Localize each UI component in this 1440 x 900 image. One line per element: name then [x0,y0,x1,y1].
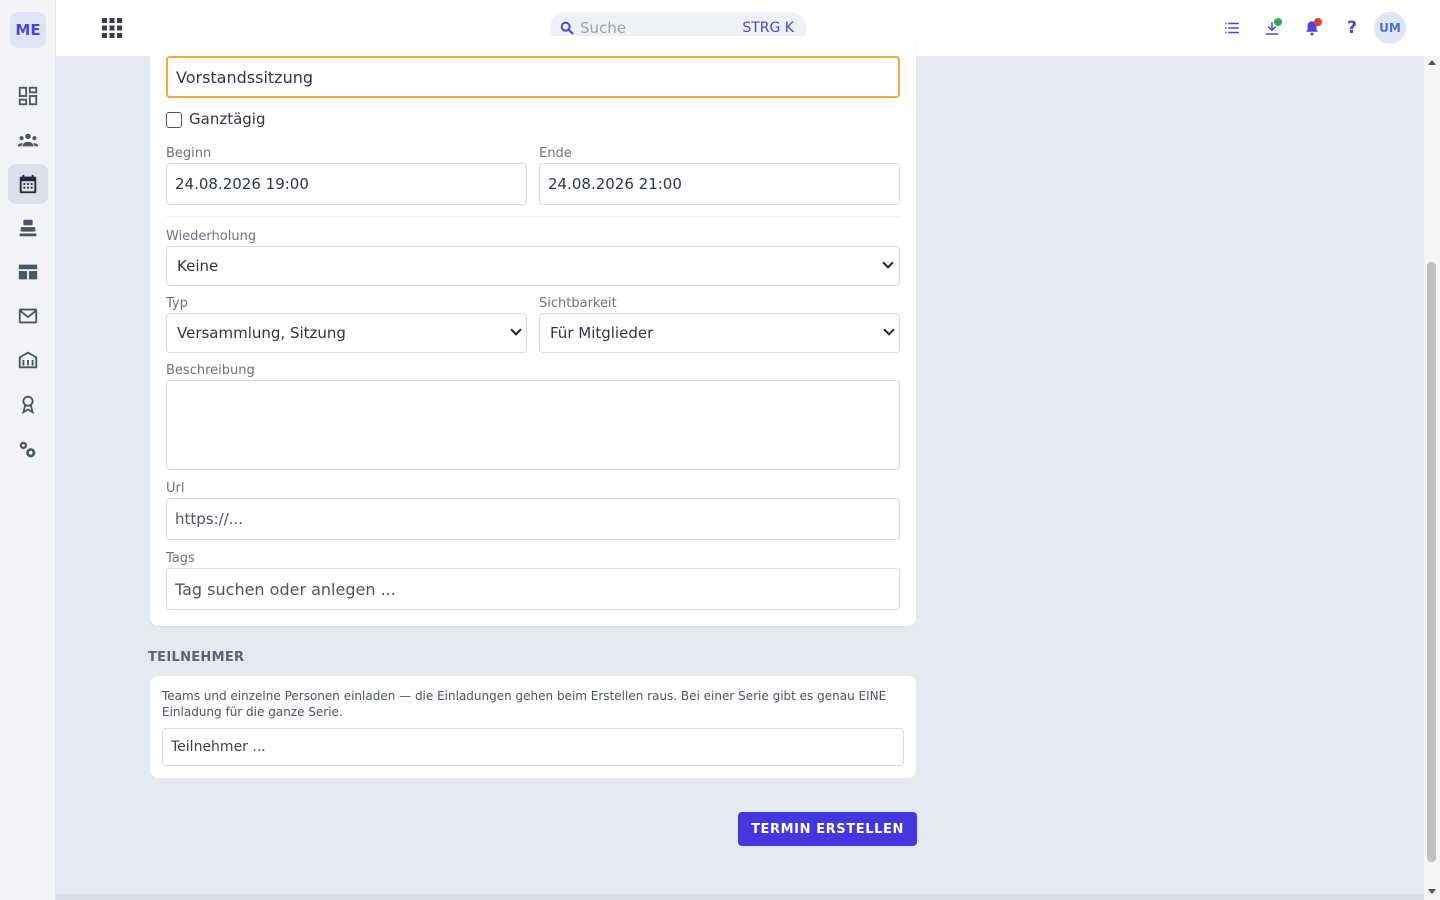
event-title-input[interactable] [166,56,900,98]
settings-icon [19,441,36,458]
sidebar-item-awards[interactable] [8,384,48,424]
list-icon [1225,22,1239,34]
notification-dot [1314,18,1322,26]
table-icon [18,264,38,280]
calendar-icon [19,174,37,194]
tags-label: Tags [166,551,195,566]
type-select[interactable]: Versammlung, Sitzung [166,313,527,353]
sidebar: ME [0,0,56,900]
sidebar-item-mail[interactable] [8,296,48,336]
cashbox-icon [19,219,37,237]
end-label: Ende [539,146,572,161]
search-icon [560,21,574,35]
create-event-button[interactable]: TERMIN ERSTELLEN [738,812,917,846]
all-day-label: Ganztägig [189,110,266,128]
scroll-down-arrow-icon[interactable] [1428,889,1436,894]
repeat-select[interactable]: Keine [166,246,900,286]
sidebar-item-dashboard[interactable] [8,76,48,116]
end-input[interactable] [539,163,900,205]
building-icon [18,351,38,369]
footer-strip [56,894,1424,900]
sidebar-item-settings[interactable] [8,430,48,470]
dashboard-icon [18,86,38,106]
type-label: Typ [166,296,188,311]
participants-input[interactable] [162,728,904,766]
task-list-button[interactable] [1220,16,1244,40]
scroll-up-arrow-icon[interactable] [1428,60,1436,65]
sidebar-item-calendar[interactable] [8,164,48,204]
award-icon [21,395,35,415]
user-avatar[interactable]: UM [1374,12,1406,44]
description-label: Beschreibung [166,363,255,378]
sidebar-item-table[interactable] [8,252,48,292]
description-textarea[interactable] [166,380,900,470]
people-icon [17,133,39,147]
url-input[interactable] [166,498,900,540]
visibility-select[interactable]: Für Mitglieder [539,313,900,353]
visibility-label: Sichtbarkeit [539,296,617,311]
begin-label: Beginn [166,146,212,161]
search-shortcut: STRG K [742,20,794,36]
participants-section-title: TEILNEHMER [148,650,245,665]
notifications-button[interactable] [1300,16,1324,40]
all-day-checkbox[interactable] [166,112,182,128]
sidebar-item-cashbox[interactable] [8,208,48,248]
mail-icon [18,308,38,324]
form-divider [166,216,900,217]
scrollbar[interactable] [1424,56,1440,900]
sidebar-item-building[interactable] [8,340,48,380]
participants-hint: Teams und einzelne Personen einladen — d… [162,689,887,719]
begin-input[interactable] [166,163,527,205]
repeat-label: Wiederholung [166,229,257,244]
sidebar-item-members[interactable] [8,120,48,160]
help-icon: ? [1347,18,1357,38]
download-status-dot [1274,18,1282,26]
scrollbar-thumb[interactable] [1427,262,1436,862]
downloads-button[interactable] [1260,16,1284,40]
help-button[interactable]: ? [1340,16,1364,40]
app-logo[interactable]: ME [10,12,46,48]
url-label: Url [166,481,185,496]
tags-input[interactable] [166,568,900,610]
apps-grid-icon[interactable] [100,16,124,40]
